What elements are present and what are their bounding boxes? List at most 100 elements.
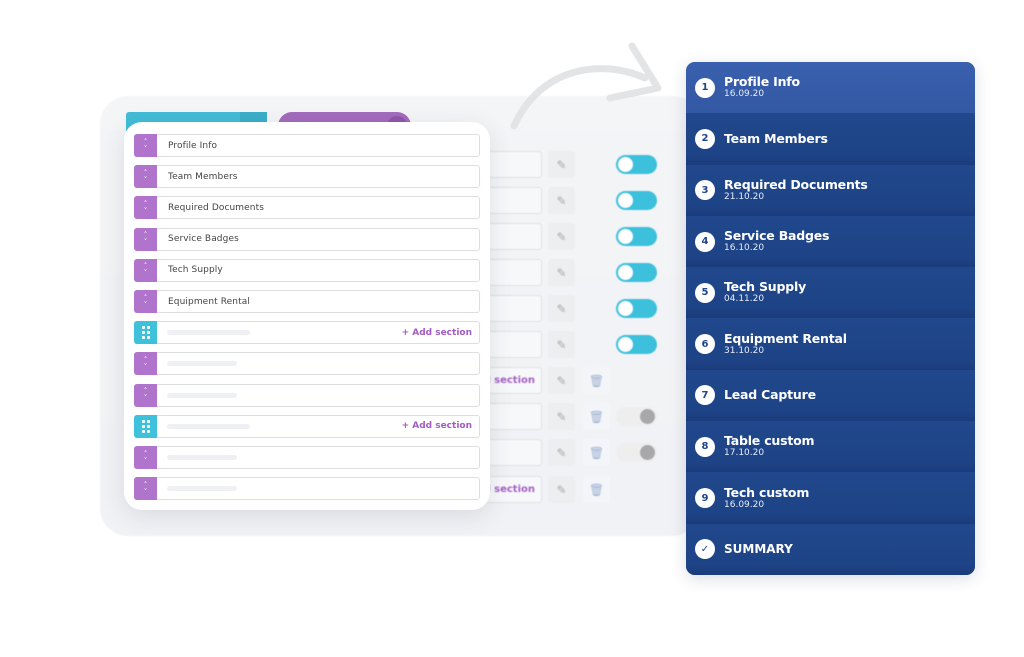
step-text: Tech Supply 04.11.20 (724, 280, 806, 305)
chevron-up-down-icon[interactable]: ˄ ˅ (134, 196, 157, 220)
step-text: Equipment Rental 31.10.20 (724, 331, 847, 357)
step-title: Tech custom (724, 484, 810, 500)
section-row[interactable]: ˄ ˅ (134, 477, 480, 501)
step-date: 04.11.20 (724, 294, 765, 305)
placeholder-bar (167, 392, 237, 398)
pencil-icon[interactable]: ✎ (548, 403, 575, 430)
step-title: Profile Info (724, 74, 800, 90)
pencil-icon[interactable]: ✎ (548, 223, 575, 250)
placeholder-bar (167, 486, 237, 492)
step-text: Tech custom 16.09.20 (724, 484, 810, 511)
step-summary[interactable]: ✓ SUMMARY (686, 523, 975, 575)
section-label: Profile Info (168, 140, 218, 151)
drag-grip-icon[interactable] (134, 321, 157, 345)
curved-arrow-icon (510, 42, 662, 130)
toggle-switch[interactable] (616, 407, 657, 426)
toggle-switch[interactable] (616, 155, 657, 174)
step-title: Team Members (724, 130, 828, 146)
section-label: Equipment Rental (168, 296, 250, 307)
steps-panel: 1 Profile Info 16.09.20 2 Team Members 3 Requi… (686, 62, 975, 575)
trash-icon[interactable]: 🗑 (583, 476, 610, 503)
pencil-icon[interactable]: ✎ (548, 187, 575, 214)
step-text: Table custom 17.10.20 (724, 433, 815, 459)
pencil-icon[interactable]: ✎ (548, 367, 575, 394)
pencil-icon[interactable]: ✎ (548, 331, 575, 358)
step-number: 1 (695, 77, 715, 98)
step-date: 16.09.20 (724, 89, 765, 100)
step-date: 21.10.20 (724, 191, 765, 202)
pencil-icon[interactable]: ✎ (548, 259, 575, 286)
chevron-up-down-icon[interactable]: ˄ ˅ (134, 134, 157, 157)
step-date: 16.09.20 (724, 499, 765, 510)
step-title: Table custom (724, 433, 815, 449)
pencil-icon[interactable]: ✎ (548, 439, 575, 466)
section-row[interactable]: ˄ ˅ Team Members (134, 165, 480, 189)
placeholder-bar (167, 455, 237, 460)
step-item[interactable]: 4 Service Badges 16.10.20 (686, 215, 975, 268)
toggle-switch[interactable] (616, 227, 657, 246)
pencil-icon[interactable]: ✎ (548, 151, 575, 178)
chevron-up-down-icon[interactable]: ˄ ˅ (134, 290, 157, 313)
section-label: Service Badges (168, 234, 239, 245)
section-row[interactable]: ˄ ˅ (134, 446, 480, 469)
pencil-icon[interactable]: ✎ (548, 295, 575, 322)
section-row[interactable]: ˄ ˅ Service Badges (134, 227, 480, 251)
step-title: SUMMARY (724, 542, 793, 557)
chevron-up-down-icon[interactable]: ˄ ˅ (134, 352, 157, 376)
chevron-up-down-icon[interactable]: ˄ ˅ (134, 165, 157, 189)
step-number: 7 (695, 385, 715, 406)
step-item[interactable]: 5 Tech Supply 04.11.20 (686, 267, 975, 319)
chevron-up-down-icon[interactable]: ˄ ˅ (134, 383, 157, 407)
toggle-switch[interactable] (616, 191, 657, 210)
section-row[interactable]: ˄ ˅ (134, 352, 480, 376)
section-label: Team Members (168, 171, 238, 182)
toggle-switch[interactable] (616, 335, 657, 354)
trash-icon[interactable]: 🗑 (583, 403, 610, 430)
step-item[interactable]: 1 Profile Info 16.09.20 (686, 62, 975, 114)
step-number: 6 (695, 334, 715, 355)
step-number: 2 (695, 128, 715, 149)
add-section-button[interactable]: + Add section (402, 328, 472, 338)
step-text: Profile Info 16.09.20 (724, 75, 800, 100)
add-section-button[interactable]: + Add section (402, 421, 472, 431)
group-row[interactable]: + Add section (134, 321, 480, 345)
placeholder-bar (167, 361, 237, 367)
step-date: 17.10.20 (724, 448, 765, 459)
section-label: Tech Supply (168, 265, 223, 276)
step-text: Lead Capture (724, 388, 816, 402)
step-number: 3 (695, 180, 715, 201)
chevron-up-down-icon[interactable]: ˄ ˅ (134, 446, 157, 469)
drag-grip-icon[interactable] (134, 414, 157, 438)
toggle-switch[interactable] (616, 443, 657, 462)
step-item[interactable]: 6 Equipment Rental 31.10.20 (686, 318, 975, 370)
step-item[interactable]: 7 Lead Capture (686, 369, 975, 422)
step-item[interactable]: 8 Table custom 17.10.20 (686, 421, 975, 473)
step-text: Service Badges 16.10.20 (724, 229, 829, 254)
toggle-switch[interactable] (616, 299, 657, 318)
step-item[interactable]: 9 Tech custom 16.09.20 (686, 472, 975, 524)
step-item[interactable]: 2 Team Members (686, 113, 975, 165)
chevron-up-down-icon[interactable]: ˄ ˅ (134, 477, 157, 501)
step-date: 16.10.20 (724, 243, 765, 254)
step-title: Required Documents (724, 176, 868, 192)
pencil-icon[interactable]: ✎ (548, 476, 575, 503)
section-row[interactable]: ˄ ˅ Tech Supply (134, 258, 480, 282)
toggle-switch[interactable] (616, 263, 657, 282)
step-item[interactable]: 3 Required Documents 21.10.20 (686, 164, 975, 216)
step-title: Lead Capture (724, 387, 816, 403)
trash-icon[interactable]: 🗑 (583, 439, 610, 466)
trash-icon[interactable]: 🗑 (583, 367, 610, 394)
section-row[interactable]: ˄ ˅ Equipment Rental (134, 290, 480, 313)
group-row[interactable]: + Add section (134, 414, 480, 438)
step-text: Team Members (724, 130, 828, 146)
chevron-up-down-icon[interactable]: ˄ ˅ (134, 227, 157, 251)
section-label: Required Documents (168, 202, 265, 213)
step-date: 31.10.20 (724, 345, 765, 356)
step-number: 9 (695, 488, 715, 509)
section-row[interactable]: ˄ ˅ Profile Info (134, 134, 480, 157)
check-icon: ✓ (695, 539, 715, 560)
section-row[interactable]: ˄ ˅ (134, 383, 480, 407)
chevron-up-down-icon[interactable]: ˄ ˅ (134, 258, 157, 282)
step-number: 4 (695, 231, 715, 252)
section-row[interactable]: ˄ ˅ Required Documents (134, 196, 480, 220)
